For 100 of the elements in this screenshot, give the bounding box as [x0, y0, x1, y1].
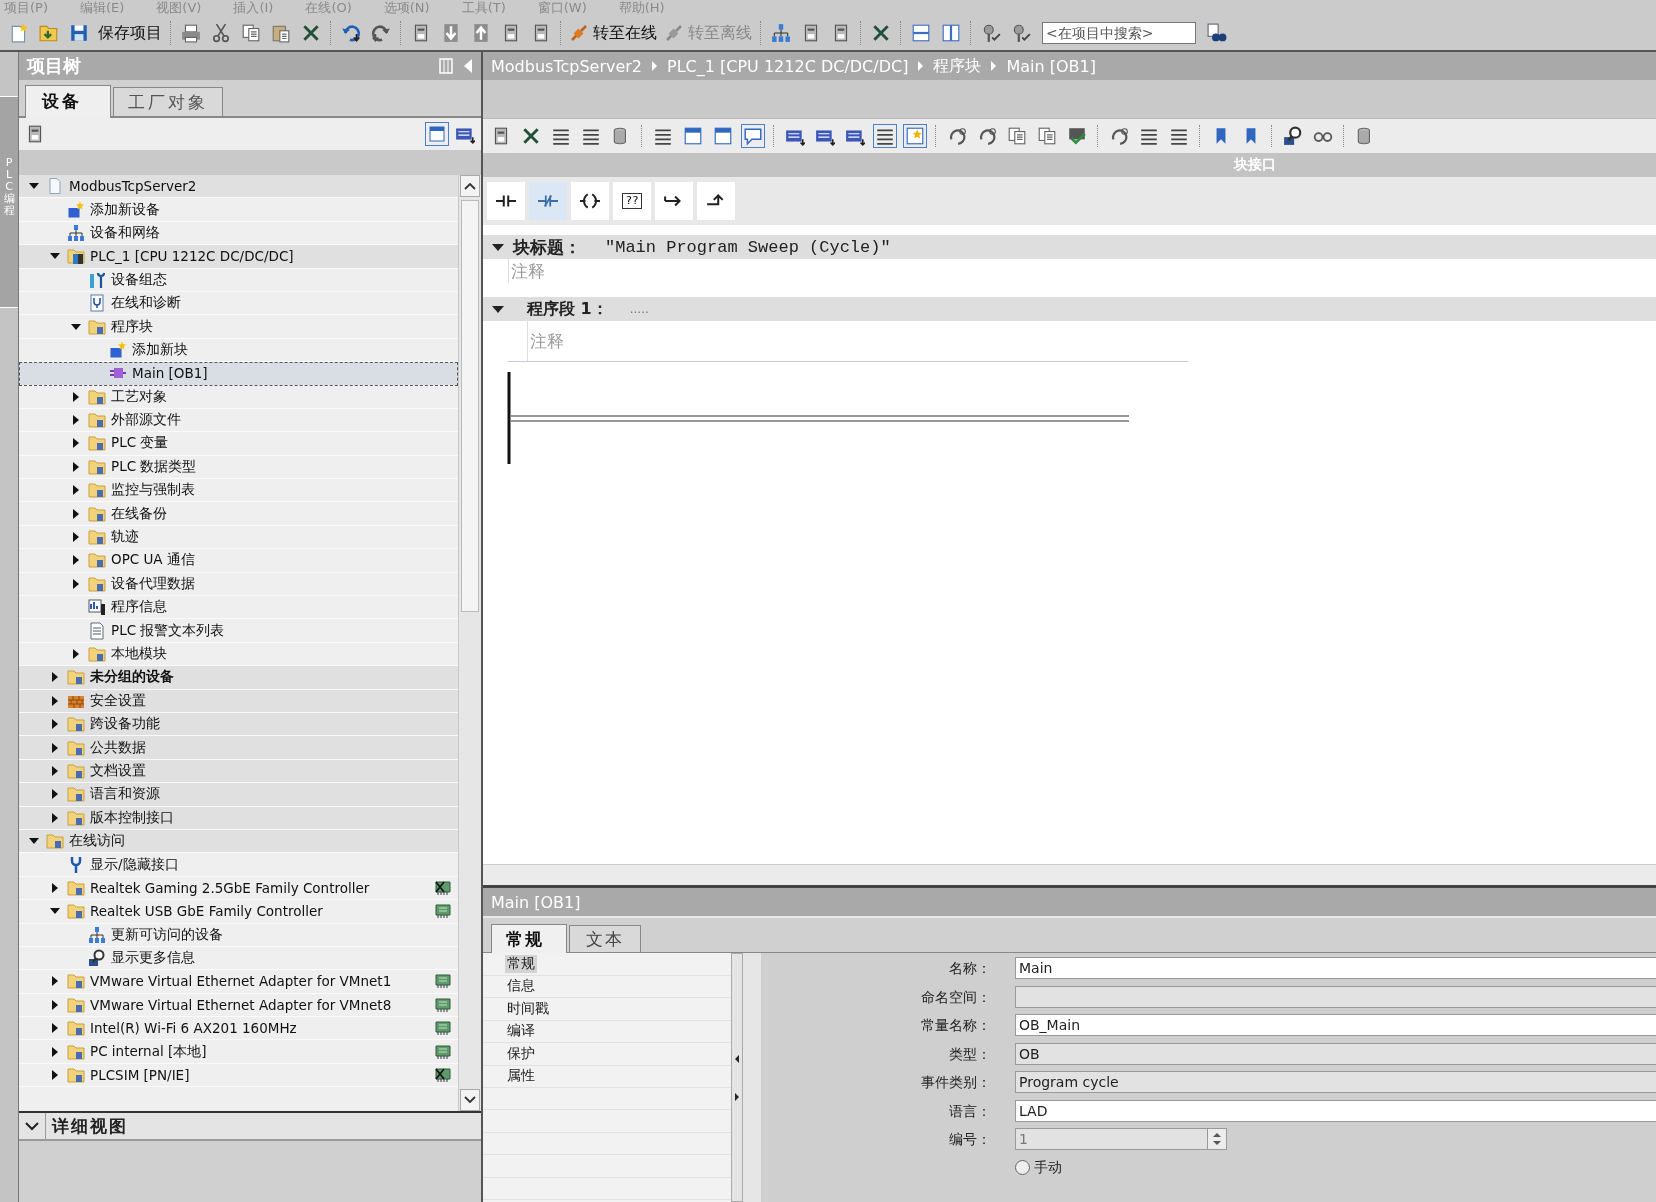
- delete-icon[interactable]: [301, 23, 321, 43]
- tree-item[interactable]: 在线和诊断: [19, 291, 458, 316]
- radio-button[interactable]: 手动: [1015, 1156, 1656, 1179]
- printer-icon[interactable]: [181, 23, 201, 43]
- instruction-button[interactable]: [571, 182, 609, 220]
- tree-item[interactable]: 监控与强制表: [19, 479, 458, 503]
- pin-check-icon[interactable]: [1011, 23, 1031, 43]
- binoculars-icon[interactable]: [1207, 23, 1227, 43]
- window-icon[interactable]: [428, 125, 446, 143]
- download-icon[interactable]: [441, 23, 461, 43]
- text-field[interactable]: OB: [1015, 1042, 1656, 1065]
- instruction-button[interactable]: [487, 182, 525, 220]
- folder-icon: [67, 995, 85, 1014]
- curved-arrow-icon[interactable]: [977, 126, 997, 146]
- nav-item[interactable]: 信息: [505, 977, 537, 996]
- tree-item[interactable]: 在线访问: [19, 829, 458, 854]
- tree-item[interactable]: OPC UA 通信: [19, 549, 458, 573]
- save-icon[interactable]: [69, 23, 89, 43]
- panel-title: Main [OB1]: [491, 892, 581, 912]
- cut-icon[interactable]: [211, 23, 231, 43]
- tree-item[interactable]: 跨设备功能: [19, 713, 458, 737]
- folder-icon: [88, 481, 106, 500]
- curved-arrow-icon[interactable]: [1109, 126, 1129, 146]
- tree-item[interactable]: PLC_1 [CPU 1212C DC/DC/DC]: [19, 245, 458, 269]
- open-folder-icon[interactable]: [39, 23, 59, 43]
- scroll-up-icon[interactable]: [464, 182, 476, 190]
- folder-icon: [88, 434, 106, 453]
- tree-item[interactable]: 未分组的设备: [19, 666, 458, 690]
- tree-item[interactable]: 版本控制接口: [19, 806, 458, 830]
- network-icon[interactable]: [771, 23, 791, 43]
- tab[interactable]: 常规: [491, 924, 567, 953]
- folder-icon: [67, 715, 85, 734]
- folder-icon: [67, 1066, 85, 1085]
- copy-icon[interactable]: [241, 23, 261, 43]
- nav-item[interactable]: 常规: [505, 954, 537, 973]
- undo-icon[interactable]: [341, 23, 361, 43]
- instruction-button[interactable]: [697, 182, 735, 220]
- folder-icon: [67, 738, 85, 757]
- tree-item[interactable]: 添加新设备: [19, 198, 458, 222]
- nav-item[interactable]: 时间戳: [505, 999, 551, 1018]
- split-horizontal-icon[interactable]: [911, 23, 931, 43]
- tree-item[interactable]: Main [OB1]: [19, 362, 458, 386]
- search-field[interactable]: <在项目中搜索>: [1042, 22, 1196, 44]
- magnifier-icon[interactable]: [1283, 126, 1303, 146]
- folder-icon: [88, 387, 106, 406]
- chart-document-icon: [88, 598, 106, 617]
- panel-title: 详细视图: [52, 1114, 128, 1138]
- folder-icon: [67, 878, 85, 897]
- tree-item[interactable]: ModbusTcpServer2: [19, 175, 458, 199]
- tab[interactable]: 设备: [25, 85, 111, 118]
- scroll-thumb[interactable]: [461, 200, 479, 612]
- redo-icon[interactable]: [371, 23, 391, 43]
- check-icon[interactable]: [1067, 126, 1087, 146]
- instruction-button[interactable]: [655, 182, 693, 220]
- pin-check-icon[interactable]: [981, 23, 1001, 43]
- collapse-chevron-icon[interactable]: [25, 1121, 39, 1131]
- nav-item[interactable]: 保护: [505, 1044, 537, 1063]
- split-vertical-icon[interactable]: [941, 23, 961, 43]
- toolbar-button[interactable]: 转至在线: [566, 19, 661, 47]
- folder-icon: [46, 832, 64, 851]
- tree-item[interactable]: 添加新块: [19, 338, 458, 363]
- delete-icon[interactable]: [521, 126, 541, 146]
- text-field[interactable]: Main: [1015, 957, 1656, 979]
- curved-arrow-icon[interactable]: [947, 126, 967, 146]
- instruction-button[interactable]: ??: [613, 182, 651, 220]
- block-title[interactable]: "Main Program Sweep (Cycle)": [605, 237, 891, 257]
- tree-item[interactable]: 文档设置: [19, 759, 458, 784]
- text-field[interactable]: Program cycle: [1015, 1071, 1656, 1093]
- copy-icon[interactable]: [1037, 126, 1057, 146]
- radio-circle-icon[interactable]: [1015, 1160, 1030, 1175]
- tree-item[interactable]: 公共数据: [19, 736, 458, 760]
- nav-item[interactable]: 属性: [505, 1067, 537, 1086]
- network-label: 程序段 1：: [527, 298, 608, 320]
- nav-item[interactable]: 编译: [505, 1022, 537, 1041]
- tree-item[interactable]: 显示更多信息: [19, 946, 458, 971]
- tree-item[interactable]: 程序信息: [19, 596, 458, 620]
- text-field[interactable]: [1015, 985, 1656, 1008]
- folder-icon: [67, 1042, 85, 1061]
- folder-icon: [88, 574, 106, 593]
- paste-icon[interactable]: [271, 23, 291, 43]
- delete-icon[interactable]: [871, 23, 891, 43]
- copy-icon[interactable]: [1007, 126, 1027, 146]
- new-page-icon[interactable]: [9, 23, 29, 43]
- window-icon[interactable]: [683, 126, 703, 146]
- comment-icon[interactable]: [743, 126, 763, 146]
- tab[interactable]: 工厂对象: [113, 87, 223, 116]
- field-label: 类型：: [948, 1044, 991, 1064]
- tree-item[interactable]: 语言和资源: [19, 783, 458, 807]
- text-field[interactable]: OB_Main: [1015, 1014, 1656, 1036]
- window-icon[interactable]: [713, 126, 733, 146]
- scroll-down-icon[interactable]: [464, 1096, 476, 1104]
- text-field[interactable]: LAD: [1015, 1099, 1656, 1122]
- tree-item[interactable]: PLC 变量: [19, 432, 458, 456]
- tab[interactable]: 文本: [569, 925, 641, 952]
- upload-icon[interactable]: [471, 23, 491, 43]
- tree-item[interactable]: PLC 报警文本列表: [19, 619, 458, 643]
- scrollbar[interactable]: [458, 175, 481, 1111]
- toolbar-button[interactable]: 保存项目: [94, 19, 166, 47]
- plc-folder-icon: [67, 247, 85, 266]
- tree-item[interactable]: 安全设置: [19, 689, 458, 713]
